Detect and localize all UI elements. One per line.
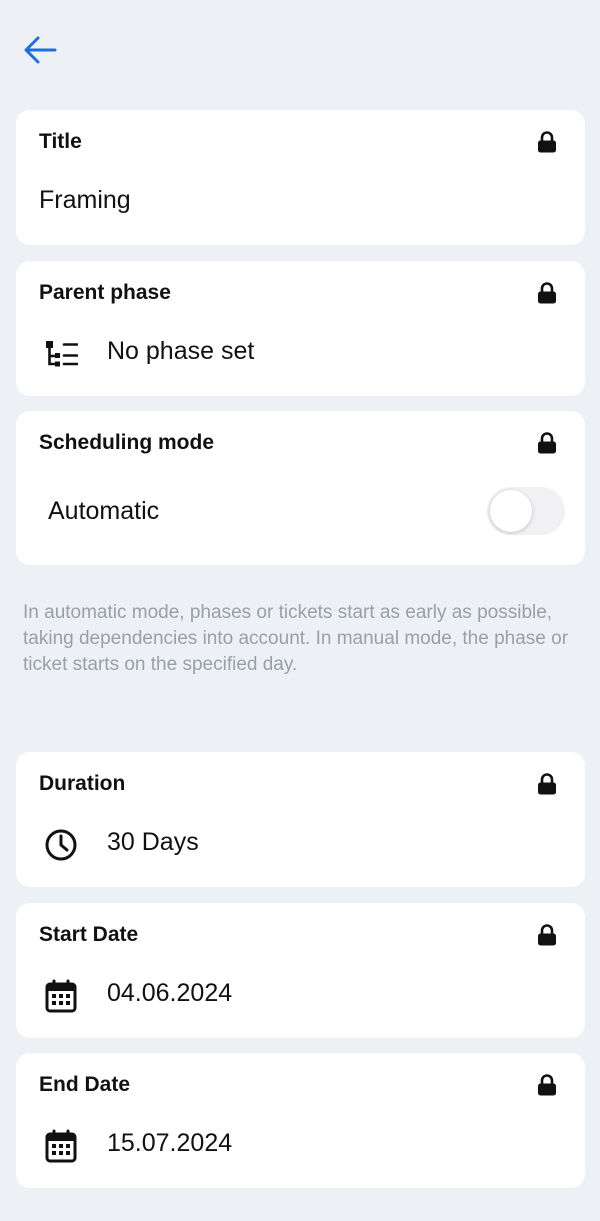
title-value: Framing — [39, 186, 131, 214]
automatic-toggle[interactable] — [487, 487, 565, 535]
scheduling-mode-label: Scheduling mode — [39, 431, 215, 454]
end-date-label: End Date — [39, 1073, 131, 1096]
calendar-icon — [45, 1129, 77, 1163]
duration-value: 30 Days — [107, 828, 199, 856]
parent-phase-field-card[interactable]: Parent phase No phase set — [16, 261, 585, 396]
title-label: Title — [39, 130, 82, 153]
parent-phase-label: Parent phase — [39, 281, 171, 304]
back-button[interactable] — [20, 30, 60, 70]
parent-phase-value: No phase set — [107, 337, 255, 365]
lock-icon — [538, 773, 556, 795]
end-date-field-card[interactable]: End Date 15.07.2024 — [16, 1053, 585, 1188]
lock-icon — [538, 282, 556, 304]
automatic-label: Automatic — [48, 497, 160, 525]
clock-icon — [45, 829, 77, 861]
toggle-knob — [490, 490, 532, 532]
lock-icon — [538, 924, 556, 946]
phase-tree-icon — [46, 341, 78, 367]
lock-icon — [538, 1074, 556, 1096]
scheduling-mode-card: Scheduling mode Automatic — [16, 411, 585, 565]
end-date-value: 15.07.2024 — [107, 1129, 233, 1157]
calendar-icon — [45, 979, 77, 1013]
lock-icon — [538, 432, 556, 454]
title-field-card[interactable]: Title Framing — [16, 110, 585, 245]
scheduling-mode-info-text: In automatic mode, phases or tickets sta… — [23, 602, 569, 675]
duration-field-card[interactable]: Duration 30 Days — [16, 752, 585, 887]
arrow-left-icon — [24, 36, 57, 64]
start-date-value: 04.06.2024 — [107, 979, 233, 1007]
duration-label: Duration — [39, 772, 126, 795]
start-date-label: Start Date — [39, 923, 139, 946]
start-date-field-card[interactable]: Start Date 04.06.2024 — [16, 903, 585, 1038]
lock-icon — [538, 131, 556, 153]
